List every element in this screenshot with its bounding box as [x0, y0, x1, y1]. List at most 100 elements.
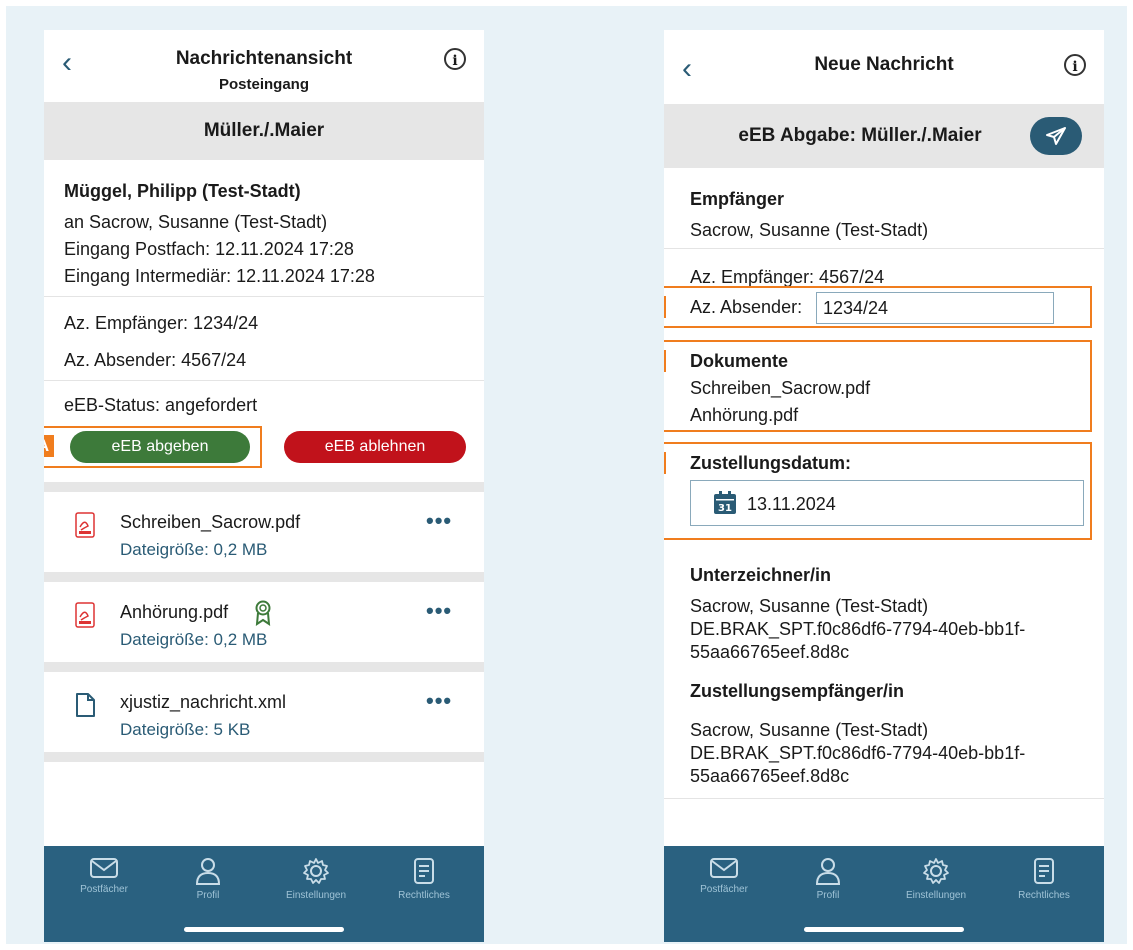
nav-postfaecher[interactable]: Postfächer	[54, 856, 154, 895]
dokument-item: Schreiben_Sacrow.pdf	[690, 378, 871, 398]
more-options-icon[interactable]: •••	[426, 690, 452, 712]
nav-rechtliches[interactable]: Rechtliches	[994, 856, 1094, 901]
calendar-day: 31	[718, 503, 732, 514]
nav-label: Profil	[196, 890, 220, 901]
nav-profil[interactable]: Profil	[778, 856, 878, 901]
nav-label: Rechtliches	[1018, 890, 1070, 901]
empfaenger-value: Sacrow, Susanne (Test-Stadt)	[690, 220, 929, 240]
zustellungsempfaenger-block: Zustellungsempfänger/in Sacrow, Susanne …	[690, 678, 1090, 788]
file-size: Dateigröße: 0,2 MB	[120, 630, 268, 649]
file-item[interactable]: xjustiz_nachricht.xml Dateigröße: 5 KB •…	[44, 672, 484, 752]
aktenzeichen-block: Az. Empfänger: 1234/24 Az. Absender: 456…	[64, 310, 474, 374]
unterzeichner-block: Unterzeichner/in Sacrow, Susanne (Test-S…	[690, 562, 1090, 664]
nav-label: Profil	[816, 890, 840, 901]
nav-einstellungen[interactable]: Einstellungen	[266, 856, 366, 901]
unterzeichner-id: 55aa66765eef.8d8c	[690, 642, 850, 662]
file-separator	[44, 752, 484, 762]
page-title: Nachrichtenansicht	[175, 48, 353, 69]
az-empfaenger: Az. Empfänger: 1234/24	[64, 313, 259, 333]
home-indicator	[184, 927, 344, 932]
case-title-bar: Müller./.Maier	[44, 102, 484, 160]
nav-label: Einstellungen	[905, 890, 967, 901]
header: ‹ Neue Nachricht i	[664, 30, 1104, 102]
nav-postfaecher[interactable]: Postfächer	[674, 856, 774, 895]
unterzeichner-label: Unterzeichner/in	[690, 565, 832, 585]
screenshot-background: ‹ Nachrichtenansicht Posteingang i Mülle…	[6, 6, 1127, 944]
info-icon[interactable]: i	[1064, 54, 1086, 76]
nav-profil[interactable]: Profil	[158, 856, 258, 901]
document-icon	[76, 693, 95, 717]
az-absender-input[interactable]: 1234/24	[816, 292, 1054, 324]
dokument-item: Anhörung.pdf	[690, 405, 799, 425]
file-name: Schreiben_Sacrow.pdf	[120, 512, 301, 532]
nav-rechtliches[interactable]: Rechtliches	[374, 856, 474, 901]
page-title: Neue Nachricht	[814, 54, 954, 75]
dokumente-block: Dokumente Schreiben_Sacrow.pdf Anhörung.…	[690, 348, 870, 429]
send-icon	[1046, 127, 1066, 145]
label-c: C	[664, 452, 666, 474]
gear-icon	[923, 858, 949, 884]
user-icon	[815, 858, 841, 885]
user-icon	[195, 858, 221, 885]
sender-name: Müggel, Philipp (Test-Stadt)	[64, 181, 301, 201]
dokumente-label: Dokumente	[690, 351, 789, 371]
more-options-icon[interactable]: •••	[426, 600, 452, 622]
calendar-icon: 31	[714, 491, 736, 514]
pdf-icon	[75, 512, 95, 538]
home-indicator	[804, 927, 964, 932]
divider	[44, 380, 484, 381]
label-d: D	[664, 296, 666, 318]
new-message-screen: ‹ Neue Nachricht i eEB Abgabe: Müller./.…	[664, 30, 1104, 942]
zustellungsempfaenger-name: Sacrow, Susanne (Test-Stadt)	[690, 720, 929, 740]
zustellungsdatum-label: Zustellungsdatum:	[690, 453, 851, 473]
file-item[interactable]: Schreiben_Sacrow.pdf Dateigröße: 0,2 MB …	[44, 492, 484, 572]
info-icon[interactable]: i	[444, 48, 466, 70]
eeb-ablehnen-button[interactable]: eEB ablehnen	[284, 431, 466, 463]
file-separator	[44, 572, 484, 582]
recipient-line: an Sacrow, Susanne (Test-Stadt)	[64, 212, 328, 232]
zustellungsempfaenger-id: DE.BRAK_SPT.f0c86df6-7794-40eb-bb1f-	[690, 743, 1026, 763]
eingang-intermediaer: Eingang Intermediär: 12.11.2024 17:28	[64, 266, 375, 286]
file-name: xjustiz_nachricht.xml	[120, 692, 287, 712]
file-size: Dateigröße: 0,2 MB	[120, 540, 268, 559]
legal-document-icon	[1034, 858, 1054, 884]
case-title-bar: eEB Abgabe: Müller./.Maier	[664, 104, 1104, 168]
eeb-status: eEB-Status: angefordert	[64, 395, 258, 415]
az-absender-label: Az. Absender:	[690, 297, 803, 317]
file-name: Anhörung.pdf	[120, 602, 229, 622]
zustellungsdatum-value: 13.11.2024	[747, 494, 836, 514]
mail-icon	[710, 858, 738, 878]
gear-icon	[303, 858, 329, 884]
header: ‹ Nachrichtenansicht Posteingang i	[44, 30, 484, 102]
label-a: A	[44, 435, 54, 457]
bottom-navigation: Postfächer Profil Einstellungen Rechtlic…	[44, 846, 484, 942]
pdf-icon	[75, 602, 95, 628]
az-absender: Az. Absender: 4567/24	[64, 350, 247, 370]
legal-document-icon	[414, 858, 434, 884]
zustellungsdatum-input[interactable]: 31 13.11.2024	[690, 480, 1084, 526]
divider	[664, 798, 1104, 799]
zustellungsempfaenger-label: Zustellungsempfänger/in	[690, 681, 905, 701]
zustellungsempfaenger-id: 55aa66765eef.8d8c	[690, 766, 850, 786]
nav-label: Postfächer	[80, 884, 128, 895]
file-item[interactable]: Anhörung.pdf Dateigröße: 0,2 MB •••	[44, 582, 484, 662]
nav-label: Rechtliches	[398, 890, 450, 901]
more-options-icon[interactable]: •••	[426, 510, 452, 532]
sender-block: Müggel, Philipp (Test-Stadt) an Sacrow, …	[64, 178, 474, 290]
file-size: Dateigröße: 5 KB	[120, 720, 251, 739]
eeb-abgeben-button[interactable]: eEB abgeben	[70, 431, 250, 463]
label-b: B	[664, 350, 666, 372]
mail-icon	[90, 858, 118, 878]
message-view-screen: ‹ Nachrichtenansicht Posteingang i Mülle…	[44, 30, 484, 942]
file-separator	[44, 482, 484, 492]
divider	[664, 248, 1104, 249]
page-subtitle: Posteingang	[218, 76, 309, 93]
eingang-postfach: Eingang Postfach: 12.11.2024 17:28	[64, 239, 354, 259]
bottom-navigation: Postfächer Profil Einstellungen Rechtlic…	[664, 846, 1104, 942]
send-button[interactable]	[1030, 117, 1082, 155]
unterzeichner-id: DE.BRAK_SPT.f0c86df6-7794-40eb-bb1f-	[690, 619, 1026, 639]
certificate-badge-icon	[255, 600, 271, 626]
file-separator	[44, 662, 484, 672]
nav-einstellungen[interactable]: Einstellungen	[886, 856, 986, 901]
divider	[44, 296, 484, 297]
